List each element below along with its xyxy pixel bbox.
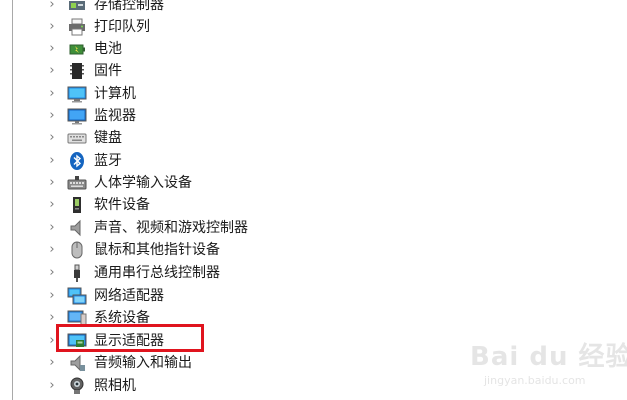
- chevron-right-icon[interactable]: ›: [46, 130, 58, 146]
- software-device-icon: [67, 195, 87, 215]
- tree-item-label: 人体学输入设备: [94, 175, 192, 191]
- tree-item-label: 蓝牙: [94, 153, 122, 169]
- tree-item-label: 系统设备: [94, 310, 150, 326]
- network-adapter-icon: [67, 286, 87, 306]
- tree-item-label: 通用串行总线控制器: [94, 265, 220, 281]
- tree-item-cameras[interactable]: › 照相机: [0, 375, 400, 397]
- baidu-watermark: Bai du 经验 jingyan.baidu.com: [470, 336, 627, 396]
- tree-item-batteries[interactable]: › 电池: [0, 38, 400, 60]
- audio-io-icon: [67, 353, 87, 373]
- tree-item-display-adapters[interactable]: › 显示适配器: [0, 330, 400, 352]
- tree-item-print-queues[interactable]: › 打印队列: [0, 16, 400, 38]
- tree-item-monitors[interactable]: › 监视器: [0, 105, 400, 127]
- chevron-right-icon[interactable]: ›: [46, 242, 58, 258]
- tree-item-label: 监视器: [94, 108, 136, 124]
- tree-item-mice-pointing-devices[interactable]: › 鼠标和其他指针设备: [0, 239, 400, 261]
- chevron-right-icon[interactable]: ›: [46, 41, 58, 57]
- tree-item-human-interface-devices[interactable]: › 人体学输入设备: [0, 172, 400, 194]
- watermark-logo-text: Bai du 经验: [470, 342, 627, 372]
- chevron-right-icon[interactable]: ›: [46, 63, 58, 79]
- tree-item-label: 固件: [94, 63, 122, 79]
- tree-item-label: 网络适配器: [94, 288, 164, 304]
- storage-controller-icon: [67, 0, 87, 15]
- tree-item-software-devices[interactable]: › 软件设备: [0, 194, 400, 216]
- tree-item-firmware[interactable]: › 固件: [0, 60, 400, 82]
- firmware-icon: [67, 61, 87, 81]
- tree-item-label: 计算机: [94, 86, 136, 102]
- tree-item-audio-inputs-outputs[interactable]: › 音频输入和输出: [0, 352, 400, 374]
- mouse-icon: [67, 240, 87, 260]
- printer-icon: [67, 17, 87, 37]
- usb-icon: [67, 263, 87, 283]
- chevron-right-icon[interactable]: ›: [46, 310, 58, 326]
- chevron-right-icon[interactable]: ›: [46, 333, 58, 349]
- tree-item-label: 存储控制器: [94, 0, 164, 13]
- battery-icon: [67, 39, 87, 59]
- tree-item-computer[interactable]: › 计算机: [0, 83, 400, 105]
- tree-item-label: 键盘: [94, 130, 122, 146]
- speaker-icon: [67, 218, 87, 238]
- chevron-right-icon[interactable]: ›: [46, 175, 58, 191]
- hid-icon: [67, 173, 87, 193]
- chevron-right-icon[interactable]: ›: [46, 86, 58, 102]
- display-adapter-icon: [67, 331, 87, 351]
- tree-item-storage-controllers[interactable]: › 存储控制器: [0, 0, 400, 16]
- watermark-url: jingyan.baidu.com: [484, 374, 586, 387]
- tree-item-network-adapters[interactable]: › 网络适配器: [0, 285, 400, 307]
- keyboard-icon: [67, 128, 87, 148]
- chevron-right-icon[interactable]: ›: [46, 220, 58, 236]
- chevron-right-icon[interactable]: ›: [46, 197, 58, 213]
- system-device-icon: [67, 308, 87, 328]
- tree-item-label: 音频输入和输出: [94, 355, 192, 371]
- computer-icon: [67, 84, 87, 104]
- tree-item-label: 鼠标和其他指针设备: [94, 242, 220, 258]
- chevron-right-icon[interactable]: ›: [46, 378, 58, 394]
- chevron-right-icon[interactable]: ›: [46, 19, 58, 35]
- chevron-right-icon[interactable]: ›: [46, 355, 58, 371]
- chevron-right-icon[interactable]: ›: [46, 108, 58, 124]
- tree-item-sound-video-game-controllers[interactable]: › 声音、视频和游戏控制器: [0, 217, 400, 239]
- chevron-right-icon[interactable]: ›: [46, 265, 58, 281]
- tree-item-usb-controllers[interactable]: › 通用串行总线控制器: [0, 262, 400, 284]
- tree-item-label: 显示适配器: [94, 333, 164, 349]
- camera-icon: [67, 376, 87, 396]
- tree-item-label: 软件设备: [94, 197, 150, 213]
- chevron-right-icon[interactable]: ›: [46, 0, 58, 13]
- monitor-icon: [67, 106, 87, 126]
- tree-item-system-devices[interactable]: › 系统设备: [0, 307, 400, 329]
- chevron-right-icon[interactable]: ›: [46, 153, 58, 169]
- tree-item-label: 照相机: [94, 378, 136, 394]
- tree-item-bluetooth[interactable]: › 蓝牙: [0, 150, 400, 172]
- tree-item-label: 打印队列: [94, 19, 150, 35]
- tree-item-label: 电池: [94, 41, 122, 57]
- tree-item-label: 声音、视频和游戏控制器: [94, 220, 248, 236]
- chevron-right-icon[interactable]: ›: [46, 288, 58, 304]
- bluetooth-icon: [67, 151, 87, 171]
- tree-item-keyboards[interactable]: › 键盘: [0, 127, 400, 149]
